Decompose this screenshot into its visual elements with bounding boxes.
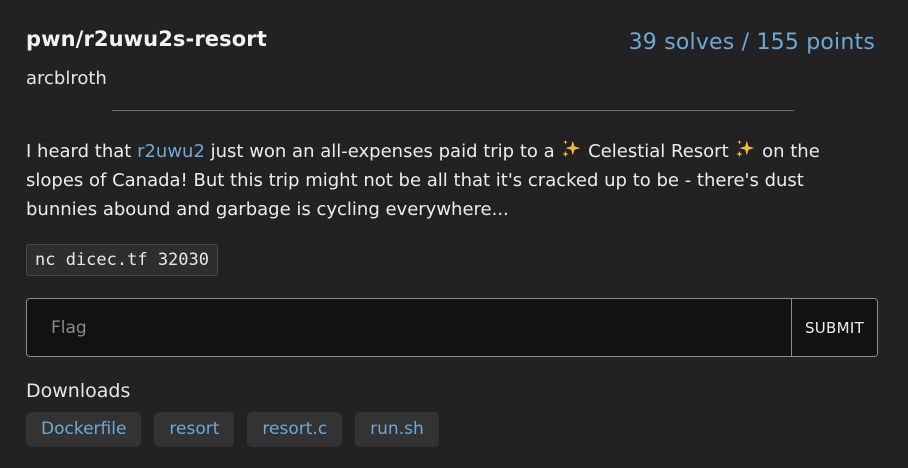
description-text: just won an all-expenses paid trip to a (204, 141, 561, 162)
challenge-stats: 39 solves / 155 points (628, 30, 875, 55)
connection-command: nc dicec.tf 32030 (26, 244, 218, 276)
sparkles-icon (736, 139, 755, 158)
challenge-author: arcblroth (26, 68, 107, 89)
downloads-label: Downloads (26, 380, 131, 402)
sparkles-icon (562, 139, 581, 158)
challenge-description: I heard that r2uwu2 just won an all-expe… (26, 137, 876, 224)
challenge-title: pwn/r2uwu2s-resort (26, 27, 267, 51)
divider (112, 110, 794, 111)
download-resort-c[interactable]: resort.c (247, 412, 343, 447)
flag-input[interactable] (27, 299, 791, 356)
downloads-list: Dockerfile resort resort.c run.sh (26, 412, 439, 447)
submit-button[interactable]: SUBMIT (791, 299, 877, 356)
description-text: I heard that (26, 141, 138, 162)
flag-form: SUBMIT (26, 298, 878, 357)
download-dockerfile[interactable]: Dockerfile (26, 412, 142, 447)
download-run-sh[interactable]: run.sh (355, 412, 439, 447)
r2uwu2-link[interactable]: r2uwu2 (137, 141, 205, 162)
challenge-card: pwn/r2uwu2s-resort 39 solves / 155 point… (0, 0, 908, 468)
description-text: Celestial Resort (582, 141, 735, 162)
download-resort[interactable]: resort (154, 412, 235, 447)
